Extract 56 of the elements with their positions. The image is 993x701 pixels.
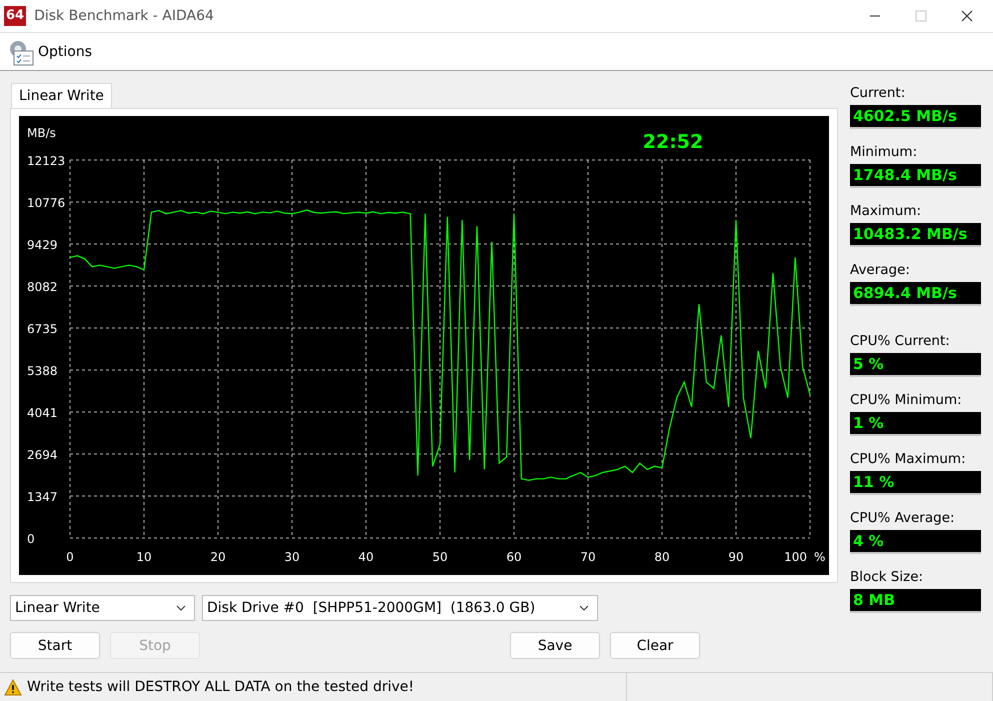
tick-label: 12123	[27, 154, 66, 168]
stat-value: 4 %	[850, 530, 981, 554]
stat-value: 11 %	[850, 471, 981, 495]
test-dropdown[interactable]: Linear Write	[10, 595, 195, 621]
stat-label: Average:	[850, 262, 911, 278]
stat-label: Block Size:	[850, 569, 924, 585]
tick-label: 6735	[27, 322, 58, 336]
tick-label: 30	[284, 550, 300, 564]
warning-icon	[4, 678, 22, 696]
tick-label: 5388	[27, 364, 58, 378]
elapsed-time: 22:52	[642, 131, 704, 153]
options-menu[interactable]: Options	[8, 38, 92, 66]
tick-label: 10776	[27, 196, 66, 210]
tick-label: 4041	[27, 406, 58, 420]
tick-label: 10	[136, 550, 152, 564]
status-message: Write tests will DESTROY ALL DATA on the tested drive!	[27, 679, 414, 695]
stat-label: Current:	[850, 85, 906, 101]
close-icon[interactable]	[961, 10, 973, 22]
tick-label: 40	[358, 550, 374, 564]
tab[interactable]: Linear Write	[11, 83, 112, 108]
tick-label: 70	[580, 550, 596, 564]
stat-label: Maximum:	[850, 203, 922, 219]
axis-title: %	[814, 550, 826, 564]
stat-value: 4602.5 MB/s	[850, 105, 981, 129]
chevron-icon	[579, 605, 589, 611]
stat-value: 6894.4 MB/s	[850, 282, 981, 306]
tick-label: 90	[728, 550, 744, 564]
tick-label: 80	[654, 550, 670, 564]
tick-label: 9429	[27, 238, 58, 252]
stat-value: 5 %	[850, 353, 981, 377]
stat-value: 1748.4 MB/s	[850, 164, 981, 188]
tick-label: 8082	[27, 280, 58, 294]
app-icon: 64	[4, 6, 26, 26]
action-button[interactable]: Clear	[610, 632, 700, 659]
window-title: Disk Benchmark - AIDA64	[34, 8, 214, 24]
stat-label: CPU% Minimum:	[850, 392, 963, 408]
stat-label: CPU% Current:	[850, 333, 951, 349]
axis-title: MB/s	[27, 126, 56, 140]
stat-label: Minimum:	[850, 144, 918, 160]
tick-label: 0	[27, 532, 35, 546]
drive-dropdown[interactable]: Disk Drive #0 [SHPP51-2000GM] (1863.0 GB)	[202, 595, 598, 621]
stat-value: 10483.2 MB/s	[850, 223, 981, 247]
stat-label: CPU% Maximum:	[850, 451, 967, 467]
stat-value: 8 MB	[850, 589, 981, 613]
stat-value: 1 %	[850, 412, 981, 436]
tick-label: 50	[432, 550, 448, 564]
action-button[interactable]: Start	[10, 632, 100, 659]
tick-label: 1347	[27, 490, 58, 504]
tick-label: 0	[66, 550, 74, 564]
stat-label: CPU% Average:	[850, 510, 956, 526]
tick-label: 2694	[27, 448, 58, 462]
chevron-icon	[176, 605, 186, 611]
tick-label: 20	[210, 550, 226, 564]
tick-label: 100	[784, 550, 807, 564]
tick-label: 60	[506, 550, 522, 564]
action-button[interactable]: Save	[510, 632, 600, 659]
